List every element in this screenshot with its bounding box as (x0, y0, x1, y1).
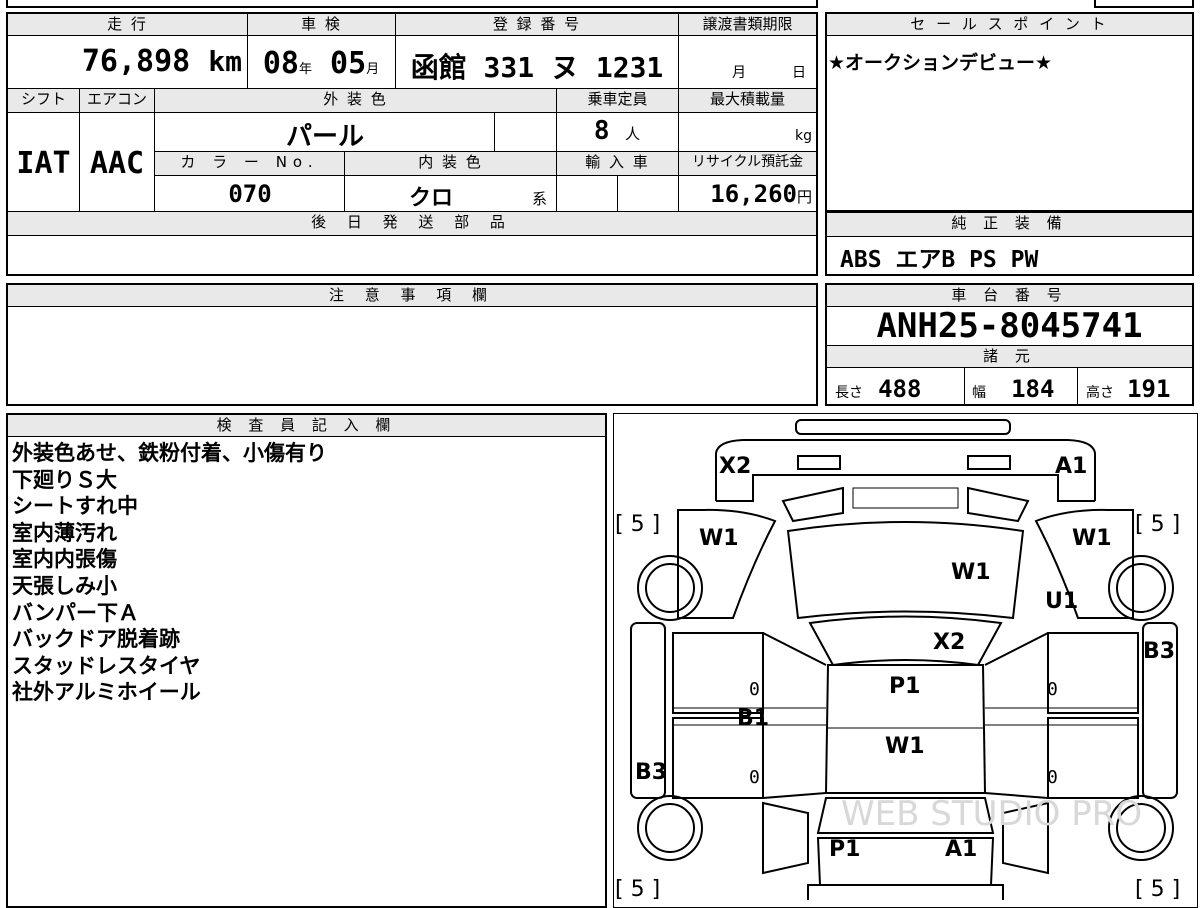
max-load-value: kg (795, 128, 812, 144)
interior-color-header: 内 装 色 (345, 152, 556, 176)
inspector-note: スタッドレスタイヤ (12, 653, 201, 678)
interior-color-suffix: 系 (532, 190, 548, 208)
spec-length: 長さ 488 (835, 375, 922, 403)
inspection-header: 車 検 (248, 14, 395, 36)
mark-side-left-rear: B3 (635, 760, 667, 785)
specs-header: 諸 元 (827, 346, 1192, 368)
inspector-note: 外装色あせ、鉄粉付着、小傷有り (12, 441, 327, 465)
inspector-note: バンパー下Ａ (12, 600, 140, 625)
mark-front-left: X2 (719, 454, 751, 479)
inspector-note: 天張しみ小 (12, 573, 117, 598)
inspector-note: 下廻りＳ大 (12, 467, 117, 492)
genuine-equipment-header: 純 正 装 備 (827, 213, 1192, 237)
chassis-header: 車 台 番 号 (827, 285, 1192, 307)
mark-rear-right: A1 (945, 837, 977, 862)
inspector-notes: 外装色あせ、鉄粉付着、小傷有り 下廻りＳ大 シートすれ中 室内薄汚れ 室内内張傷… (12, 440, 602, 706)
capacity-header: 乗車定員 (557, 89, 678, 113)
exterior-color-header: 外 装 色 (155, 89, 556, 113)
mark-side-left: B1 (737, 706, 769, 731)
registration-value: 函館 331 ヌ 1231 (410, 51, 664, 84)
watermark: WEB STUDIO PRO (841, 794, 1142, 834)
aircon-value: AAC (89, 146, 145, 181)
color-no-header: カ ラ ー No. (155, 152, 344, 176)
genuine-equipment-text: ABS エアB PS PW (840, 247, 1039, 273)
later-parts-header: 後 日 発 送 部 品 (8, 212, 816, 236)
spec-width: 幅 184 (972, 375, 1055, 403)
mileage-value: 76,898 km (81, 44, 242, 79)
spec-height: 高さ 191 (1086, 375, 1171, 403)
sales-point-header: セ ー ル ス ポ イ ン ト (827, 14, 1192, 36)
clipped-top-strip (6, 0, 818, 8)
inspector-note: シートすれ中 (12, 494, 138, 519)
transfer-deadline-header: 譲渡書類期限 (679, 14, 816, 36)
mark-roof-rear: W1 (885, 734, 925, 759)
mark-fender-left: W1 (699, 526, 739, 551)
inspector-note: 社外アルミホイール (12, 680, 201, 705)
shift-value: IAT (16, 146, 71, 181)
mileage-header: 走 行 (8, 14, 247, 36)
chassis-number: ANH25-8045741 (876, 306, 1143, 346)
tire-rear-left: [ 5 ] (615, 877, 660, 900)
mark-fender-right: W1 (1072, 526, 1112, 551)
door-zero-mark: 0 (749, 679, 760, 700)
recycle-fee-header: リサイクル預託金 (679, 152, 816, 176)
mark-side-right: B3 (1143, 639, 1175, 664)
interior-color-value: クロ (408, 186, 453, 211)
mark-rear-left: P1 (829, 837, 860, 862)
registration-header: 登 録 番 号 (396, 14, 678, 36)
clipped-top-strip-right (1094, 0, 1194, 8)
inspector-note: 室内薄汚れ (12, 520, 117, 545)
sales-point-text: ★オークションデビュー★ (828, 52, 1053, 74)
mark-windshield: X2 (933, 630, 965, 655)
inspector-note: 室内内張傷 (12, 547, 117, 572)
capacity-value: 8 人 (593, 116, 641, 146)
tire-front-left: [ 5 ] (615, 512, 660, 537)
mark-roof-front: P1 (889, 674, 920, 699)
mark-hood: W1 (951, 560, 991, 585)
recycle-fee-value: 16,260円 (710, 180, 812, 208)
tire-rear-right: [ 5 ] (1135, 877, 1180, 900)
mark-fender-right-lower: U1 (1045, 589, 1078, 614)
inspector-note: バックドア脱着跡 (12, 627, 180, 652)
inspection-value: 08年 05月 (262, 46, 380, 81)
aircon-header: エアコン (80, 89, 154, 113)
import-header: 輸 入 車 (557, 152, 678, 176)
car-diagram: X2 A1 W1 W1 W1 U1 X2 P1 W1 B1 B3 B3 P1 A… (615, 419, 1180, 900)
mark-front-right: A1 (1055, 454, 1087, 479)
sales-point-box (825, 12, 1194, 212)
exterior-color-value: パール (285, 122, 364, 152)
door-zero-mark: 0 (1047, 767, 1058, 788)
door-zero-mark: 0 (1047, 679, 1058, 700)
door-zero-mark: 0 (749, 767, 760, 788)
color-no-value: 070 (228, 180, 272, 208)
shift-header: シフト (8, 89, 79, 113)
inspector-header: 検 査 員 記 入 欄 (8, 415, 605, 437)
caution-header: 注 意 事 項 欄 (8, 285, 816, 307)
tire-front-right: [ 5 ] (1135, 512, 1180, 537)
max-load-header: 最大積載量 (679, 89, 816, 113)
